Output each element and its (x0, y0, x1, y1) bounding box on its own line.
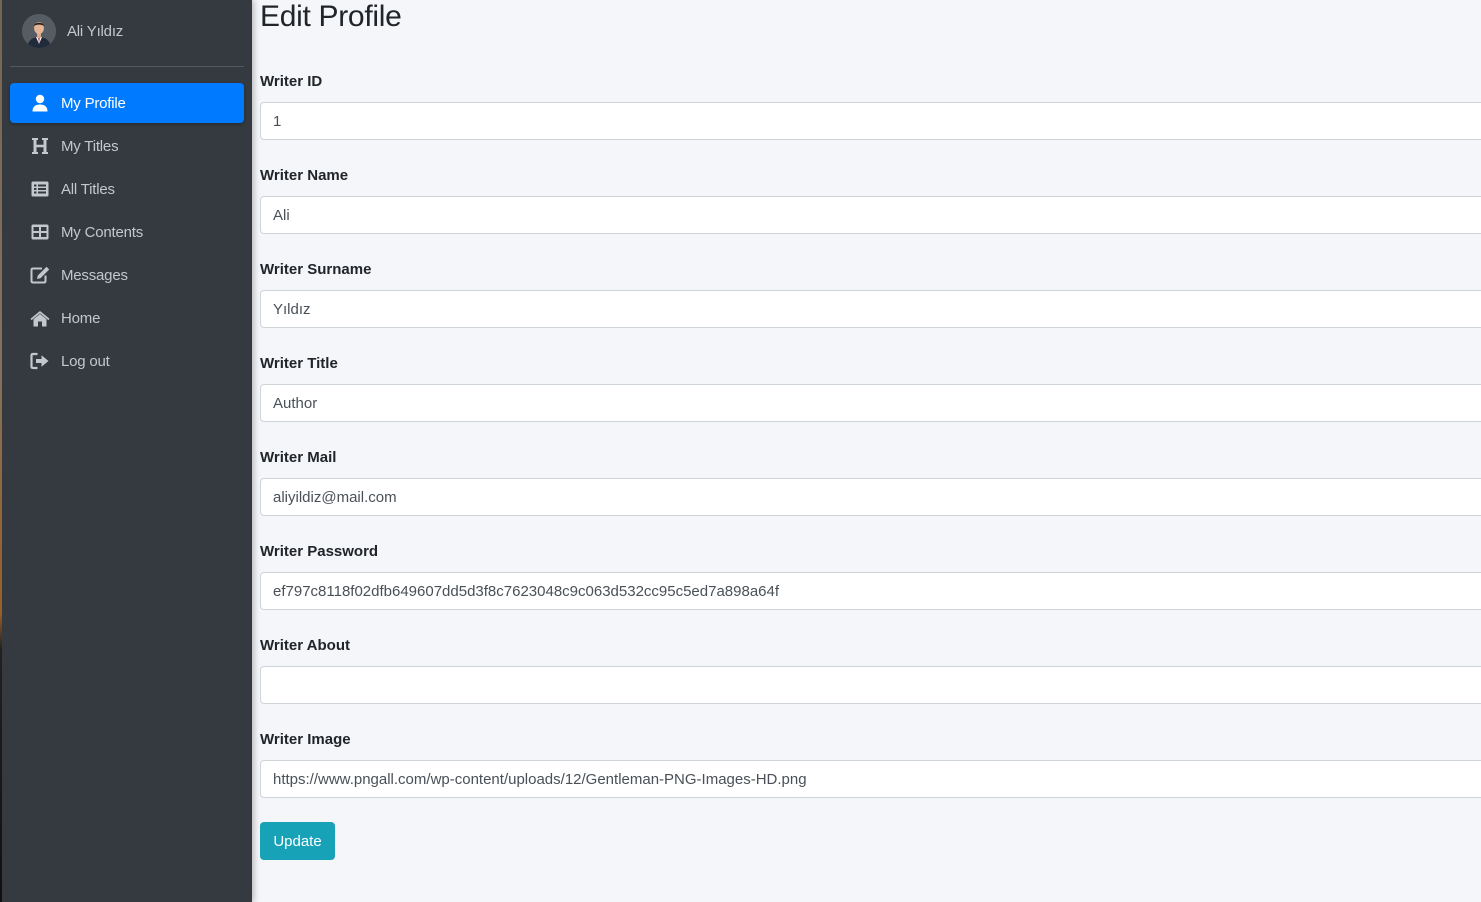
sidebar-item-label: My Titles (61, 137, 119, 155)
th-large-icon (29, 222, 51, 242)
sidebar-item-label: All Titles (61, 180, 115, 198)
sidebar-item-messages[interactable]: Messages (10, 255, 244, 295)
sidebar-item-label: Messages (61, 266, 128, 284)
writer-title-label: Writer Title (260, 355, 338, 372)
list-alt-icon (29, 179, 51, 199)
sidebar-item-label: My Profile (61, 94, 126, 112)
writer-name-label: Writer Name (260, 167, 349, 184)
sidebar-divider (10, 66, 244, 67)
writer-id-label: Writer ID (260, 73, 323, 90)
sidebar-item-label: Log out (61, 352, 110, 370)
writer-password-label: Writer Password (260, 543, 379, 560)
sidebar-nav: My Profile My Titles All Titles My Conte… (10, 83, 244, 384)
home-icon (29, 308, 51, 328)
writer-password-field[interactable] (260, 572, 1481, 610)
edit-icon (29, 265, 51, 285)
update-button[interactable]: Update (260, 822, 335, 860)
gentleman-avatar-icon (22, 14, 56, 48)
sidebar-item-label: Home (61, 309, 101, 327)
user-panel[interactable]: Ali Yıldız (2, 0, 252, 67)
page-title: Edit Profile (260, 0, 402, 33)
writer-image-label: Writer Image (260, 731, 351, 748)
writer-mail-label: Writer Mail (260, 449, 337, 466)
sidebar-item-all-titles[interactable]: All Titles (10, 169, 244, 209)
writer-about-label: Writer About (260, 637, 350, 654)
sidebar-item-my-titles[interactable]: My Titles (10, 126, 244, 166)
user-icon (29, 93, 51, 113)
writer-surname-label: Writer Surname (260, 261, 372, 278)
sidebar-item-label: My Contents (61, 223, 143, 241)
sidebar: Ali Yıldız My Profile My Titles All Titl… (2, 0, 252, 902)
writer-image-field[interactable] (260, 760, 1481, 798)
writer-id-field[interactable] (260, 102, 1481, 140)
user-name[interactable]: Ali Yıldız (67, 23, 123, 40)
writer-name-field[interactable] (260, 196, 1481, 234)
sidebar-item-log-out[interactable]: Log out (10, 341, 244, 381)
heading-icon (29, 136, 51, 156)
avatar[interactable] (22, 14, 56, 48)
writer-about-field[interactable] (260, 666, 1481, 704)
sidebar-item-my-profile[interactable]: My Profile (10, 83, 244, 123)
sidebar-item-my-contents[interactable]: My Contents (10, 212, 244, 252)
writer-title-field[interactable] (260, 384, 1481, 422)
main-content: Edit Profile Writer ID Writer Name Write… (252, 0, 1481, 902)
sidebar-item-home[interactable]: Home (10, 298, 244, 338)
writer-mail-field[interactable] (260, 478, 1481, 516)
writer-surname-field[interactable] (260, 290, 1481, 328)
sign-out-icon (29, 351, 51, 371)
